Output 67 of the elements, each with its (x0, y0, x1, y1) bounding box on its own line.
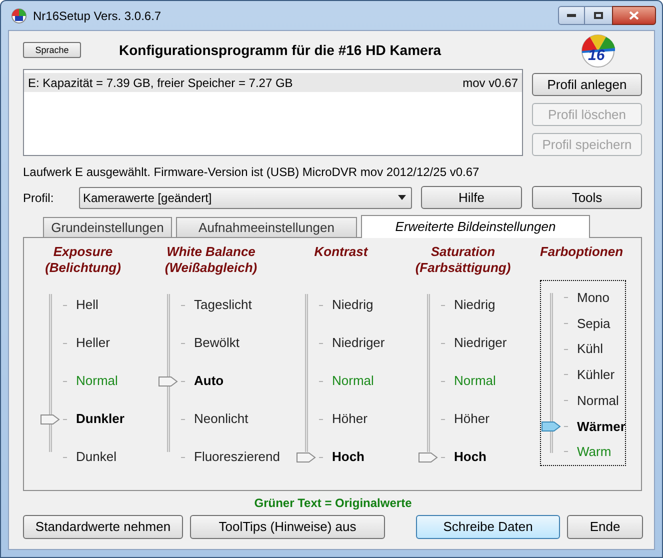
action-button[interactable]: Schreibe Daten (416, 515, 560, 539)
option-label: Normal (577, 392, 619, 410)
action-button[interactable]: ToolTips (Hinweise) aus (190, 515, 385, 539)
maximize-button[interactable] (585, 6, 612, 25)
option-label: Warm (577, 443, 612, 462)
app-icon (11, 8, 27, 24)
option-label: Kühler (577, 366, 615, 384)
close-icon (629, 11, 639, 20)
status-text: Laufwerk E ausgewählt. Firmware-Version ist (USB) MicroDVR mov 2012/12/25 v0.67 (22, 164, 480, 181)
drive-row[interactable]: E: Kapazität = 7.39 GB, freier Speicher = 7.27 GB mov v0.67 (24, 73, 522, 92)
tab[interactable]: Aufnahmeeinstellungen (176, 217, 357, 237)
slider-title: White Balance (166, 244, 256, 260)
option-label: Höher (454, 410, 490, 428)
option-label: Normal (76, 372, 118, 390)
slider-title: Kontrast (314, 244, 368, 260)
close-button[interactable] (612, 6, 656, 25)
option-label: Hoch (332, 448, 364, 466)
slider-subtitle: (Farbsättigung) (415, 260, 511, 276)
slider-subtitle: (Belichtung) (45, 260, 121, 276)
window-title: Nr16Setup Vers. 3.0.6.7 (33, 8, 162, 24)
drive-info: E: Kapazität = 7.39 GB, freier Speicher = 7.27 GB (28, 74, 294, 92)
tab[interactable]: Erweiterte Bildeinstellungen (361, 215, 590, 238)
option-label: Niedriger (454, 334, 507, 352)
option-label: Normal (332, 372, 374, 390)
option-label: Dunkel (76, 448, 116, 466)
option-label: Niedrig (332, 296, 374, 314)
profile-button[interactable]: Profil anlegen (532, 73, 642, 96)
option-label: Heller (76, 334, 110, 352)
option-label: Neonlicht (194, 410, 248, 428)
action-button[interactable]: Standardwerte nehmen (23, 515, 183, 539)
option-label: Fluoreszierend (194, 448, 280, 466)
legend-text: Grüner Text = Originalwerte (253, 495, 413, 512)
dropdown-arrow-icon (398, 195, 406, 200)
tools-button[interactable]: Tools (532, 186, 642, 209)
action-button[interactable]: Ende (567, 515, 643, 539)
option-label: Kühl (577, 340, 604, 358)
slider-title: Saturation (430, 244, 496, 260)
slider-thumb[interactable] (418, 452, 438, 462)
option-label: Hell (76, 296, 98, 314)
slider-thumb[interactable] (541, 420, 561, 432)
slider-thumb[interactable] (296, 452, 316, 462)
profile-dropdown[interactable]: Kamerawerte [geändert] (79, 186, 412, 208)
slider-title: Farboptionen (540, 244, 624, 260)
slider-thumb[interactable] (158, 376, 178, 386)
language-button[interactable]: Sprache (23, 42, 81, 58)
option-label: Auto (194, 372, 224, 390)
option-label: Sepia (577, 314, 610, 333)
help-button[interactable]: Hilfe (421, 186, 522, 209)
logo: 16 (579, 32, 617, 68)
option-label: Hoch (454, 448, 486, 466)
option-label: Niedrig (454, 296, 496, 314)
option-label: Normal (454, 372, 496, 390)
option-label: Bewölkt (194, 334, 240, 352)
option-label: Dunkler (76, 410, 124, 428)
drive-version: mov v0.67 (462, 74, 518, 92)
option-label: Wärmer (577, 418, 626, 436)
minimize-button[interactable] (558, 6, 585, 25)
slider-subtitle: (Weißabgleich) (164, 260, 258, 276)
tab[interactable]: Grundeinstellungen (43, 217, 172, 237)
heading: Konfigurationsprogramm für die #16 HD Kamera (119, 40, 442, 60)
option-label: Mono (577, 289, 610, 308)
option-label: Höher (332, 410, 368, 428)
slider-title: Exposure (53, 244, 113, 260)
slider-thumb[interactable] (40, 414, 60, 424)
option-label: Niedriger (332, 334, 385, 352)
option-label: Tageslicht (194, 296, 252, 314)
profile-label: Profil: (23, 190, 55, 206)
